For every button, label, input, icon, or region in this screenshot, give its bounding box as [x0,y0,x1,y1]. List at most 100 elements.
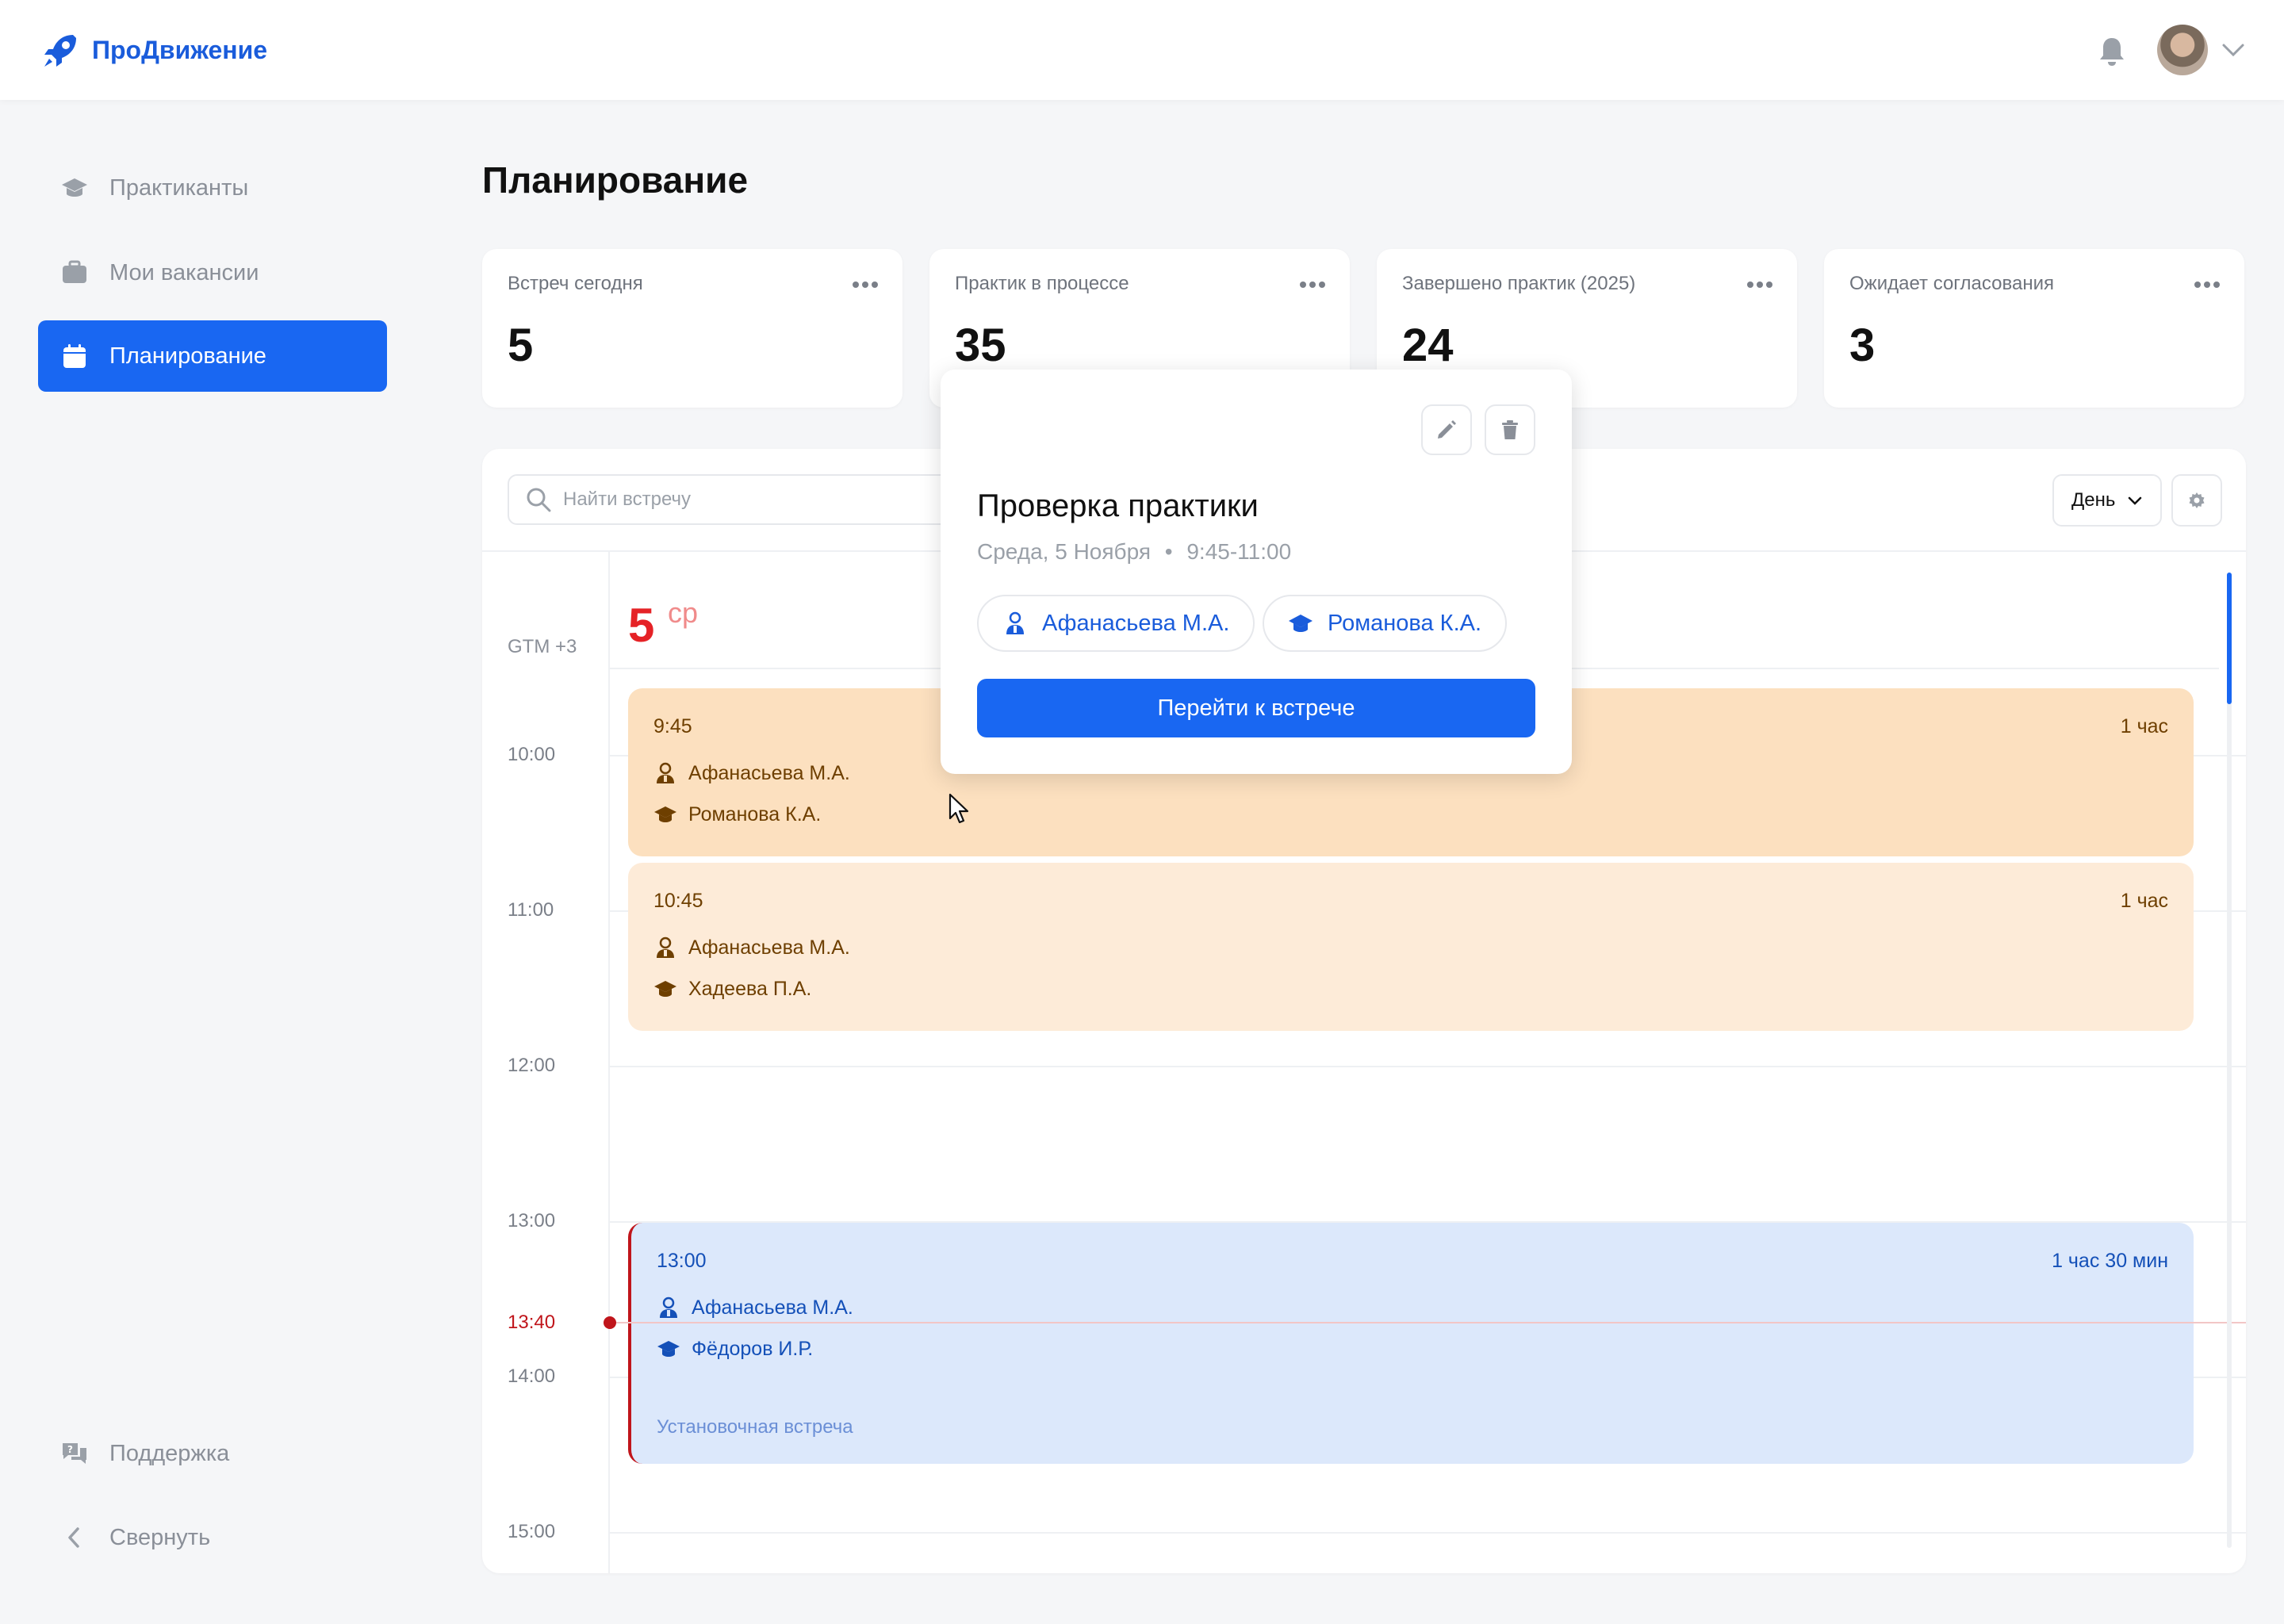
more-dots-icon[interactable] [1746,281,1773,289]
current-time-dot [604,1316,616,1329]
graduation-cap-icon [654,806,676,822]
mentor-icon [1006,611,1024,634]
bell-icon[interactable] [2097,35,2127,67]
search-box[interactable] [508,474,999,525]
event-popover: Проверка практики Среда, 5 Ноября • 9:45… [941,370,1572,774]
event-student: Хадеева П.А. [653,977,811,1001]
time-column-divider [608,552,610,1573]
graduation-cap-icon [62,178,87,197]
sidebar-item-label: Мои вакансии [109,259,259,285]
stat-value: 5 [508,320,534,371]
support-chat-icon: ? [63,1443,86,1464]
support-label: Поддержка [109,1440,230,1466]
trash-icon [1502,420,1518,439]
more-dots-icon[interactable] [2194,281,2221,289]
chip-label: Афанасьева М.А. [1042,610,1230,636]
separator-dot: • [1164,539,1173,564]
stat-value: 24 [1402,320,1454,371]
participant-chip-student[interactable]: Романова К.А. [1263,595,1508,652]
top-bar: ПроДвижение [0,0,2284,100]
go-to-meeting-button[interactable]: Перейти к встрече [977,679,1535,737]
event-note: Установочная встреча [657,1416,853,1438]
calendar-event[interactable]: 10:45 1 час Афанасьева М.А. Хадеева П.А. [628,863,2194,1031]
view-mode-value: День [2071,489,2116,511]
mentor-icon [657,762,674,783]
sidebar-item-vacancies[interactable]: Мои вакансии [38,237,387,308]
stat-value: 35 [955,320,1006,371]
collapse-sidebar-button[interactable]: Свернуть [38,1502,387,1573]
calendar-settings-button[interactable] [2171,474,2222,527]
popover-date: Среда, 5 Ноября [977,539,1151,564]
day-name: ср [668,596,699,629]
app-logo[interactable]: ПроДвижение [41,30,267,70]
event-duration: 1 час 30 мин [2052,1250,2168,1272]
mouse-cursor-icon [948,793,969,824]
calendar-event[interactable]: 13:00 1 час 30 мин Афанасьева М.А. Фёдор… [628,1223,2194,1464]
hour-label: 11:00 [508,899,554,921]
day-number: 5 [628,599,655,652]
student-name: Фёдоров И.Р. [692,1337,814,1360]
stat-label: Встреч сегодня [508,273,643,294]
hour-line [609,1532,2246,1534]
hour-label: 10:00 [508,744,556,765]
search-input[interactable] [563,488,960,511]
mentor-icon [657,936,674,958]
stat-value: 3 [1849,320,1876,371]
pencil-icon [1438,420,1456,439]
event-student: Фёдоров И.Р. [657,1337,813,1361]
collapse-label: Свернуть [109,1524,211,1550]
briefcase-icon [63,260,86,283]
graduation-cap-icon [654,981,676,997]
sidebar-item-support[interactable]: ? Поддержка [38,1418,387,1489]
more-dots-icon[interactable] [852,281,879,289]
student-name: Романова К.А. [688,802,822,825]
scrollbar-track[interactable] [2227,573,2232,1548]
svg-text:?: ? [67,1444,73,1455]
chip-label: Романова К.А. [1328,610,1482,636]
popover-title: Проверка практики [977,488,1259,523]
search-icon [527,488,551,512]
app-name: ПроДвижение [92,35,268,64]
mentor-name: Афанасьева М.А. [688,761,850,784]
more-dots-icon[interactable] [1299,281,1326,289]
scrollbar-thumb[interactable] [2227,573,2232,704]
stat-card-pending-approval: Ожидает согласования 3 [1824,249,2244,408]
hour-label: 13:00 [508,1210,556,1231]
avatar[interactable] [2157,25,2208,75]
event-mentor: Афанасьева М.А. [653,761,850,785]
view-mode-select[interactable]: День [2052,474,2162,527]
current-time-line [609,1322,2246,1323]
popover-datetime: Среда, 5 Ноября • 9:45-11:00 [977,539,1291,565]
edit-event-button[interactable] [1421,404,1472,455]
chevron-down-icon [2129,496,2142,505]
rocket-logo-icon [44,35,76,67]
hour-label: 14:00 [508,1365,556,1387]
event-duration: 1 час [2120,715,2168,737]
event-mentor: Афанасьева М.А. [653,936,850,959]
mentor-icon [660,1297,677,1318]
popover-time-range: 9:45-11:00 [1186,539,1292,564]
sidebar-item-interns[interactable]: Практиканты [38,152,387,224]
event-time: 13:00 [657,1250,707,1272]
sidebar-item-planning[interactable]: Планирование [38,320,387,392]
sidebar-item-label: Практиканты [109,174,249,201]
chevron-down-icon[interactable] [2219,38,2248,62]
participant-chip-mentor[interactable]: Афанасьева М.А. [977,595,1255,652]
graduation-cap-icon [657,1341,680,1357]
stat-label: Практик в процессе [955,273,1129,294]
graduation-cap-icon [1289,615,1313,632]
mentor-name: Афанасьева М.А. [692,1296,853,1319]
hour-line [609,1066,2246,1067]
chevron-left-icon [68,1527,79,1548]
sidebar-item-label: Планирование [109,343,266,369]
current-time-label: 13:40 [508,1312,556,1333]
event-duration: 1 час [2120,890,2168,912]
event-mentor: Афанасьева М.А. [657,1296,853,1320]
delete-event-button[interactable] [1485,404,1535,455]
calendar-icon [63,344,86,368]
hour-label: 15:00 [508,1521,556,1542]
event-time: 9:45 [653,715,692,737]
event-student: Романова К.А. [653,802,821,826]
stat-card-meetings-today: Встреч сегодня 5 [482,249,902,408]
gear-icon [2189,492,2205,508]
